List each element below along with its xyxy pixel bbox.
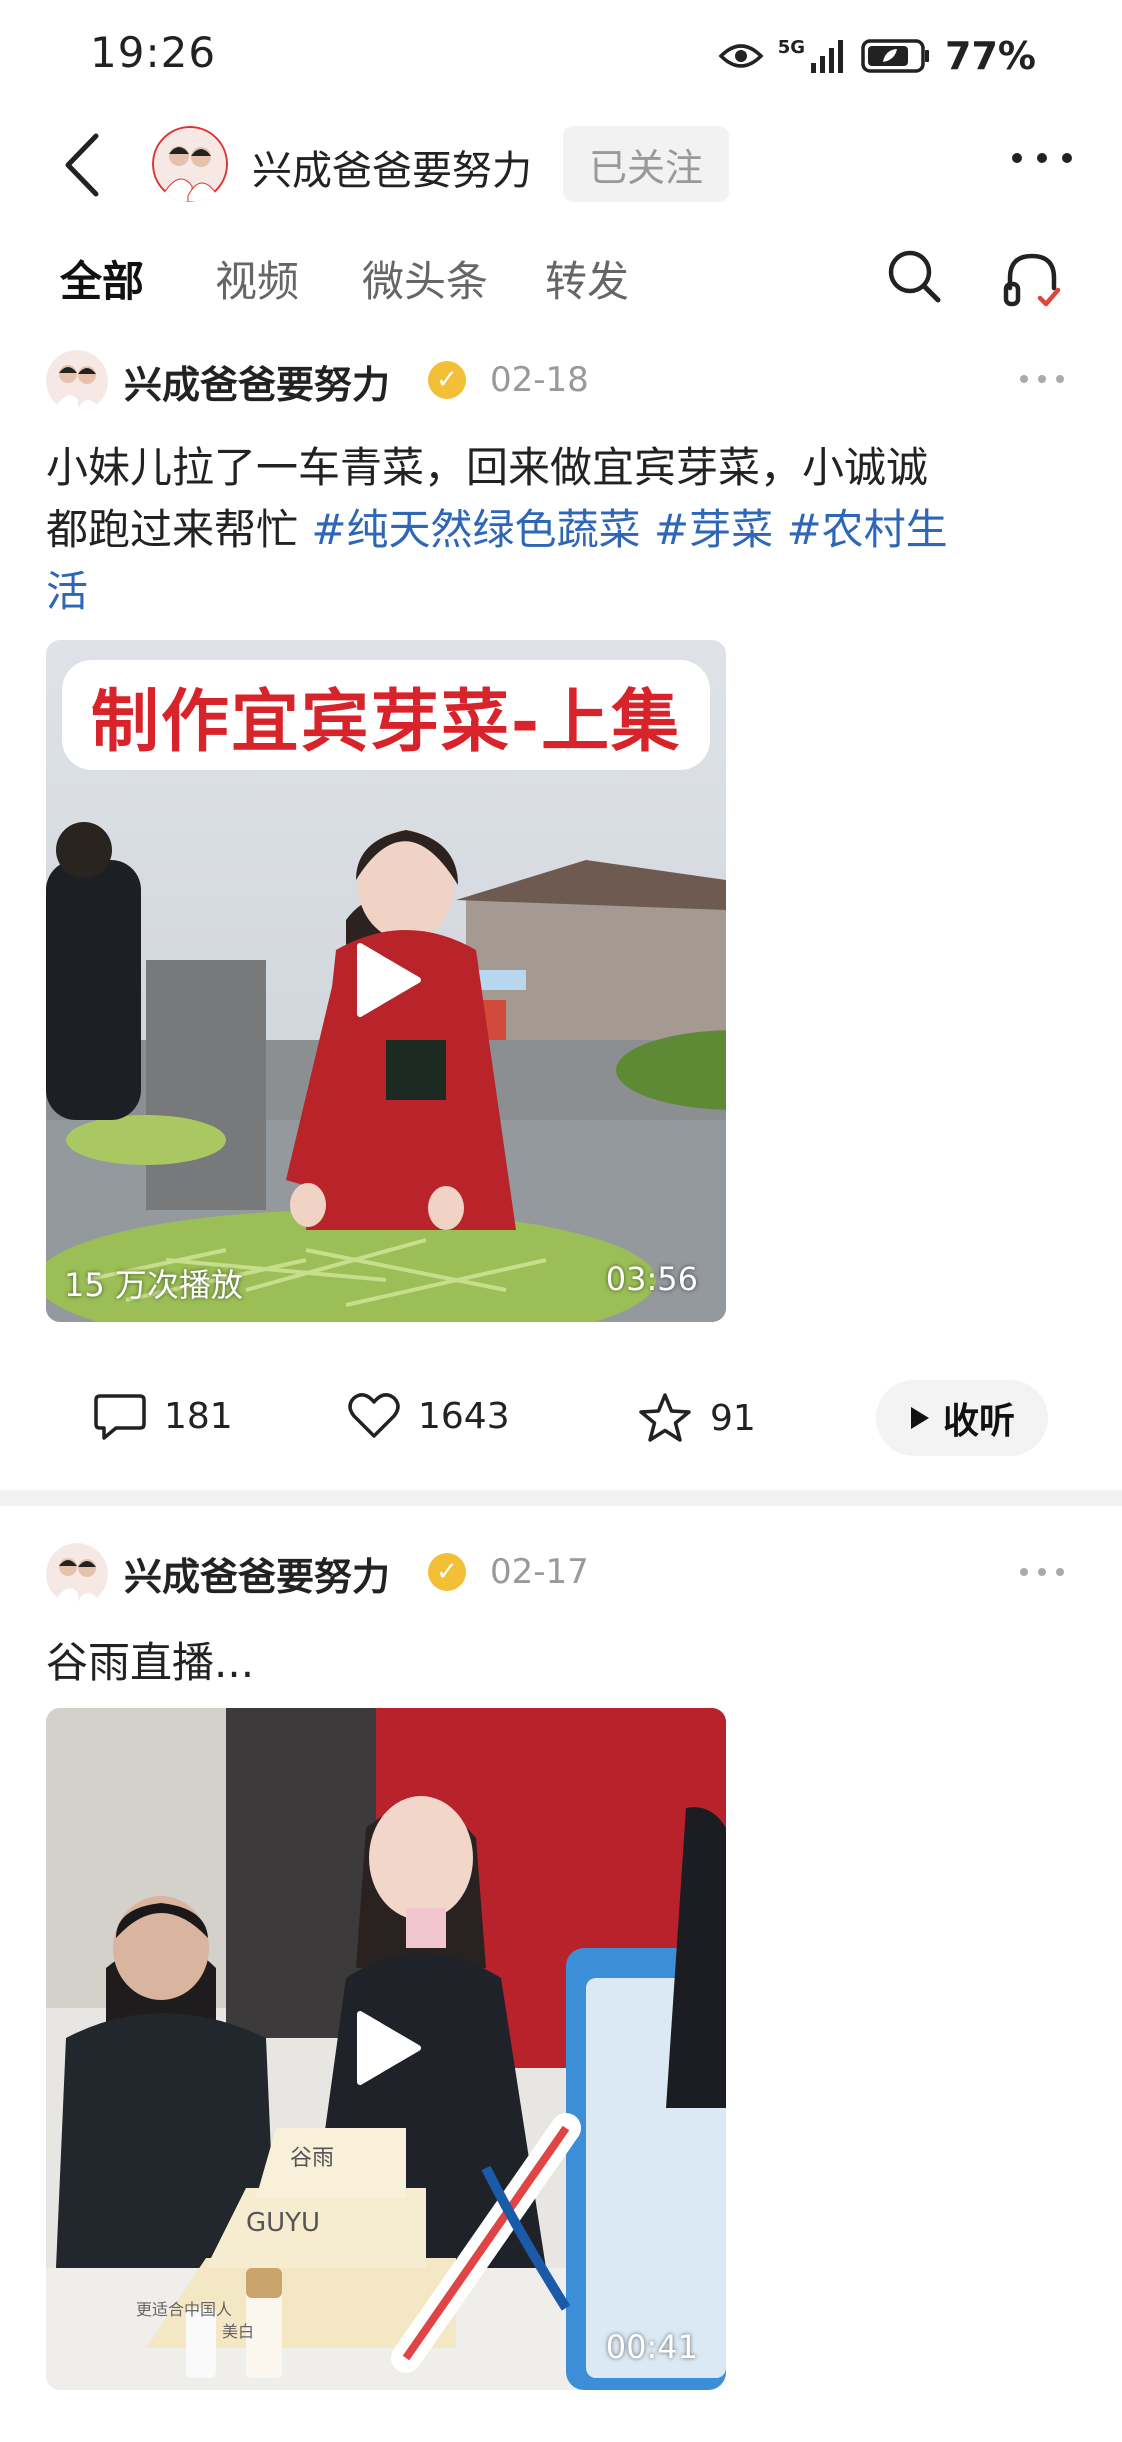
comment-action[interactable]: 181 bbox=[94, 1392, 233, 1440]
network-label: 5G bbox=[777, 36, 806, 58]
follow-button[interactable]: 已关注 bbox=[563, 126, 729, 202]
hashtag-link[interactable]: #芽菜 bbox=[654, 505, 773, 554]
product-label: 谷雨 bbox=[290, 2146, 335, 2171]
hashtag-link[interactable]: #农村生 bbox=[786, 505, 947, 554]
favorite-count: 91 bbox=[710, 1397, 756, 1439]
heart-icon bbox=[348, 1393, 400, 1438]
battery-percent: 77% bbox=[945, 34, 1036, 78]
play-icon[interactable] bbox=[346, 2008, 426, 2088]
listen-label: 收听 bbox=[942, 1401, 1015, 1442]
hashtag-link-cont[interactable]: 活 bbox=[46, 561, 1086, 623]
post-author-avatar[interactable] bbox=[46, 1543, 108, 1605]
video-thumbnail[interactable]: 谷雨 GUYU 更适合中国人 美白 00:41 bbox=[46, 1708, 726, 2390]
like-count: 1643 bbox=[418, 1395, 510, 1437]
post-date: 02-17 bbox=[490, 1552, 589, 1592]
status-icons: 5G 77% bbox=[718, 34, 1036, 78]
tab-micro-headline[interactable]: 微头条 bbox=[362, 248, 488, 309]
verified-badge-icon: ✓ bbox=[428, 1553, 466, 1591]
battery-icon bbox=[861, 39, 930, 73]
account-name[interactable]: 兴成爸爸要努力 bbox=[252, 138, 532, 196]
more-options-icon[interactable] bbox=[1012, 138, 1072, 178]
video-duration: 00:41 bbox=[605, 2328, 698, 2366]
post-text[interactable]: 小妹儿拉了一车青菜，回来做宜宾芽菜，小诚诚 都跑过来帮忙 #纯天然绿色蔬菜 #芽… bbox=[46, 437, 1086, 623]
comment-count: 181 bbox=[164, 1395, 233, 1437]
video-thumbnail[interactable]: 制作宜宾芽菜-上集 15 万次播放 03:56 bbox=[46, 640, 726, 1322]
product-brand: GUYU bbox=[246, 2208, 321, 2238]
play-triangle-icon bbox=[910, 1407, 929, 1429]
star-icon bbox=[639, 1393, 691, 1442]
post-text[interactable]: 谷雨直播... bbox=[46, 1632, 1086, 1694]
post-divider bbox=[0, 1490, 1122, 1506]
post-author-name[interactable]: 兴成爸爸要努力 bbox=[124, 354, 390, 409]
product-tag: 美白 bbox=[222, 2322, 255, 2341]
account-avatar[interactable] bbox=[152, 126, 228, 202]
post-more-icon[interactable] bbox=[1020, 1568, 1064, 1580]
play-icon[interactable] bbox=[346, 940, 426, 1020]
post-text-line2: 都跑过来帮忙 bbox=[46, 505, 312, 554]
comment-icon bbox=[94, 1394, 146, 1440]
favorite-action[interactable]: 91 bbox=[638, 1392, 756, 1444]
verified-badge-icon: ✓ bbox=[428, 361, 466, 399]
like-action[interactable]: 1643 bbox=[348, 1392, 510, 1440]
post-more-icon[interactable] bbox=[1020, 375, 1064, 387]
hashtag-link[interactable]: #纯天然绿色蔬菜 bbox=[311, 505, 640, 554]
eye-icon bbox=[718, 44, 764, 68]
tab-all[interactable]: 全部 bbox=[60, 248, 144, 309]
video-banner-title: 制作宜宾芽菜-上集 bbox=[90, 682, 682, 762]
status-time: 19:26 bbox=[90, 28, 217, 77]
tab-repost[interactable]: 转发 bbox=[545, 248, 629, 309]
search-icon[interactable] bbox=[886, 248, 942, 304]
signal-icon bbox=[811, 40, 844, 73]
post-author-avatar[interactable] bbox=[46, 350, 108, 412]
tab-video[interactable]: 视频 bbox=[215, 248, 299, 309]
video-play-count: 15 万次播放 bbox=[64, 1266, 243, 1304]
post-date: 02-18 bbox=[490, 360, 589, 400]
post-author-name[interactable]: 兴成爸爸要努力 bbox=[124, 1546, 390, 1601]
back-arrow-icon[interactable] bbox=[58, 130, 108, 200]
post-text-line1: 小妹儿拉了一车青菜，回来做宜宾芽菜，小诚诚 bbox=[46, 443, 929, 492]
headphones-icon[interactable] bbox=[1000, 248, 1064, 312]
video-duration: 03:56 bbox=[605, 1260, 698, 1298]
product-slogan: 更适合中国人 bbox=[136, 2300, 233, 2319]
listen-button[interactable]: 收听 bbox=[876, 1380, 1048, 1456]
